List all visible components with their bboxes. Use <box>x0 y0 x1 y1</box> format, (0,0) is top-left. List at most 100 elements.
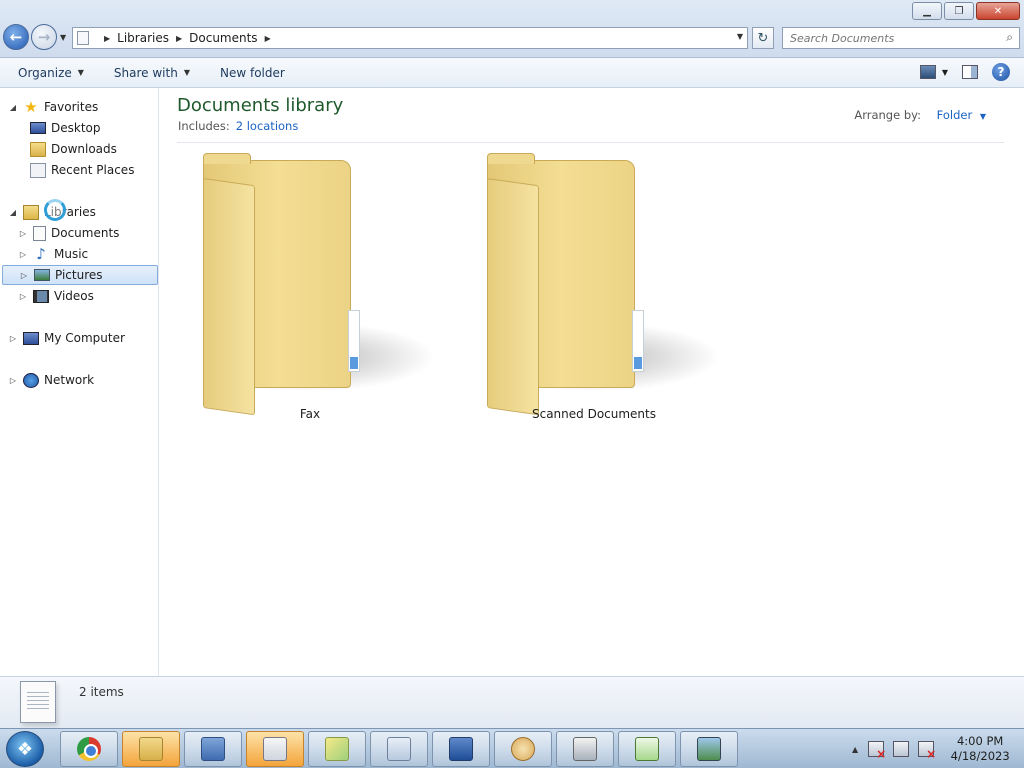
arrange-by-dropdown[interactable]: Folder <box>937 108 973 122</box>
tree-item-music[interactable]: ▷ ♪ Music <box>18 244 88 264</box>
recent-pages-dropdown[interactable]: ▼ <box>60 33 66 42</box>
tree-network[interactable]: ▷ Network <box>8 370 94 390</box>
folder-item-fax[interactable]: Fax <box>160 152 436 432</box>
forward-button[interactable]: → <box>31 24 57 50</box>
taskbar-chart-app[interactable] <box>618 731 676 767</box>
tree-item-recent-places[interactable]: Recent Places <box>25 160 134 180</box>
taskbar-file-viewer[interactable] <box>370 731 428 767</box>
navigation-buttons: ← → ▼ <box>3 24 66 50</box>
tree-item-documents[interactable]: ▷ Documents <box>18 223 119 243</box>
item-count: 2 items <box>79 685 124 699</box>
chrome-icon <box>77 737 101 761</box>
sticky-notes-icon <box>325 737 349 761</box>
address-bar[interactable]: ▶ Libraries ▶ Documents ▶ ▼ <box>72 27 748 49</box>
help-icon[interactable]: ? <box>992 63 1010 81</box>
library-includes: Includes: 2 locations <box>178 119 298 133</box>
arrange-by-label: Arrange by: <box>854 108 921 122</box>
collapse-arrow-icon[interactable]: ◢ <box>8 103 18 112</box>
organize-menu[interactable]: Organize ▼ <box>18 66 84 80</box>
taskbar-photo-viewer[interactable] <box>680 731 738 767</box>
taskbar-remote-desktop[interactable] <box>432 731 490 767</box>
arrange-by: Arrange by: Folder ▼ <box>854 108 986 122</box>
taskbar-windows-explorer[interactable] <box>122 731 180 767</box>
breadcrumb-chevron-icon[interactable]: ▶ <box>104 34 110 43</box>
expand-arrow-icon[interactable]: ▷ <box>18 292 28 301</box>
tree-label: Pictures <box>55 268 103 282</box>
show-hidden-icons-icon[interactable]: ▲ <box>852 745 858 754</box>
documents-icon <box>33 225 46 241</box>
clock[interactable]: 4:00 PM 4/18/2023 <box>949 734 1011 764</box>
navigation-pane: ◢ ★ Favorites Desktop Downloads Recent P… <box>0 88 159 676</box>
folder-item-scanned-documents[interactable]: Scanned Documents <box>444 152 720 432</box>
close-button[interactable]: ✕ <box>976 2 1020 20</box>
pictures-icon <box>34 269 50 281</box>
breadcrumb-chevron-icon[interactable]: ▶ <box>176 34 182 43</box>
taskbar-fax-scan[interactable] <box>556 731 614 767</box>
chevron-down-icon[interactable]: ▼ <box>980 112 986 121</box>
view-controls: ▼ ? <box>919 63 1010 81</box>
taskbar-control-panel[interactable] <box>184 731 242 767</box>
content-area: Documents library Includes: 2 locations A… <box>160 88 1024 676</box>
tree-item-videos[interactable]: ▷ Videos <box>18 286 94 306</box>
back-button[interactable]: ← <box>3 24 29 50</box>
folder-name: Scanned Documents <box>531 407 656 421</box>
divider <box>177 142 1004 143</box>
search-icon[interactable]: ⌕ <box>1006 30 1013 45</box>
new-folder-button[interactable]: New folder <box>220 66 285 80</box>
expand-arrow-icon[interactable]: ▷ <box>8 334 18 343</box>
minimize-button[interactable]: ▁ <box>912 2 942 20</box>
new-folder-label: New folder <box>219 65 285 80</box>
folder-document-peek <box>632 310 644 372</box>
busy-cursor-icon <box>44 199 66 221</box>
library-title: Documents library <box>177 95 344 116</box>
folder-icon <box>139 737 163 761</box>
tree-item-pictures[interactable]: ▷ Pictures <box>2 265 158 285</box>
tree-label: Music <box>54 247 89 261</box>
start-button[interactable]: ❖ <box>6 731 44 767</box>
taskbar-sticky-notes[interactable] <box>308 731 366 767</box>
refresh-button[interactable]: ↻ <box>752 27 774 49</box>
recent-places-icon <box>30 162 46 178</box>
tree-favorites[interactable]: ◢ ★ Favorites <box>8 97 98 117</box>
volume-muted-icon[interactable] <box>918 741 936 761</box>
tree-label: Documents <box>51 226 120 240</box>
view-options-chevron-icon[interactable]: ▼ <box>942 68 948 77</box>
address-history-dropdown[interactable]: ▼ <box>737 32 743 41</box>
maximize-button[interactable]: ❐ <box>944 2 974 20</box>
taskbar-chrome[interactable] <box>60 731 118 767</box>
chevron-down-icon: ▼ <box>77 68 84 77</box>
taskbar-paint[interactable] <box>494 731 552 767</box>
includes-label: Includes: <box>178 119 230 133</box>
change-view-icon[interactable] <box>919 65 936 79</box>
clock-time: 4:00 PM <box>956 734 1004 748</box>
preview-pane-icon[interactable] <box>962 65 978 79</box>
paint-icon <box>511 737 535 761</box>
tree-label: Desktop <box>51 121 101 135</box>
music-note-icon: ♪ <box>36 244 46 263</box>
network-status-icon[interactable] <box>893 741 910 757</box>
breadcrumb-libraries[interactable]: Libraries <box>117 31 169 45</box>
expand-arrow-icon[interactable]: ▷ <box>18 229 28 238</box>
action-center-icon[interactable] <box>868 741 886 761</box>
expand-arrow-icon[interactable]: ▷ <box>18 250 28 259</box>
tree-label: Videos <box>54 289 94 303</box>
tree-item-downloads[interactable]: Downloads <box>25 139 117 159</box>
fax-icon <box>573 737 597 761</box>
organize-label: Organize <box>18 65 72 80</box>
search-box[interactable]: ⌕ <box>782 27 1020 49</box>
search-input[interactable] <box>790 31 990 45</box>
tree-my-computer[interactable]: ▷ My Computer <box>8 328 125 348</box>
collapse-arrow-icon[interactable]: ◢ <box>8 208 18 217</box>
breadcrumb-documents[interactable]: Documents <box>189 31 257 45</box>
tree-label: Network <box>44 373 95 387</box>
expand-arrow-icon[interactable]: ▷ <box>19 271 29 280</box>
location-icon <box>77 31 89 45</box>
expand-arrow-icon[interactable]: ▷ <box>8 376 18 385</box>
includes-locations-link[interactable]: 2 locations <box>236 119 299 133</box>
tree-item-desktop[interactable]: Desktop <box>25 118 101 138</box>
breadcrumb-chevron-icon[interactable]: ▶ <box>265 34 271 43</box>
details-pane: 2 items <box>0 676 1024 728</box>
windows-logo-icon: ❖ <box>16 738 34 760</box>
share-with-menu[interactable]: Share with ▼ <box>114 66 190 80</box>
taskbar-calculator[interactable] <box>246 731 304 767</box>
